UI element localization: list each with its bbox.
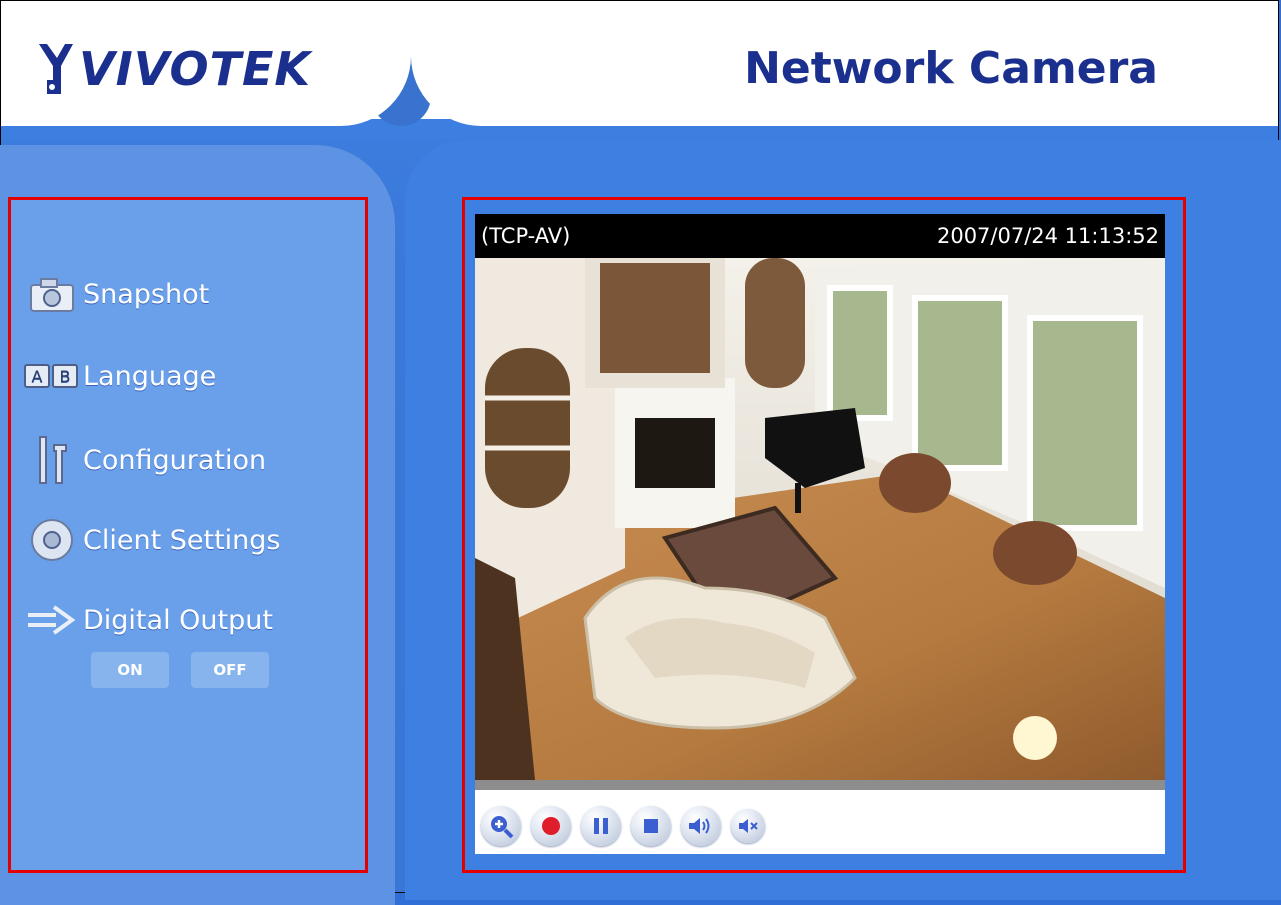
sidebar-item-label: Configuration	[83, 444, 267, 476]
sidebar-item-client-settings[interactable]: Client Settings	[21, 518, 281, 562]
sidebar-item-digital-output: Digital Output	[21, 598, 273, 642]
digital-output-icon	[21, 598, 83, 642]
video-divider	[475, 780, 1165, 790]
sidebar-item-snapshot[interactable]: Snapshot	[21, 272, 209, 316]
sidebar-item-label: Snapshot	[83, 278, 210, 310]
sidebar-item-label: Client Settings	[83, 524, 281, 556]
language-icon: A B	[21, 354, 83, 398]
wrench-icon	[21, 436, 83, 484]
video-controls	[481, 806, 765, 846]
video-viewer: (TCP-AV) 2007/07/24 11:13:52	[475, 214, 1165, 854]
sidebar-menu: Snapshot A B Language Configuration Clie…	[8, 197, 368, 873]
client-settings-icon	[21, 518, 83, 562]
pause-icon[interactable]	[581, 806, 621, 846]
digital-output-on-button[interactable]: ON	[91, 652, 169, 688]
logo-mark-icon	[39, 44, 73, 94]
sidebar-item-label: Language	[83, 360, 217, 392]
stop-icon[interactable]	[631, 806, 671, 846]
room-scene-image	[475, 258, 1165, 780]
page-title: Network Camera	[744, 43, 1158, 94]
stream-protocol: (TCP-AV)	[481, 224, 571, 248]
mute-icon[interactable]	[731, 809, 765, 843]
speaker-icon[interactable]	[681, 806, 721, 846]
live-video-frame[interactable]	[475, 258, 1165, 780]
sidebar-item-language[interactable]: A B Language	[21, 354, 216, 398]
digital-output-buttons: ON OFF	[91, 652, 269, 688]
video-info-bar: (TCP-AV) 2007/07/24 11:13:52	[475, 214, 1165, 258]
zoom-in-icon[interactable]	[481, 806, 521, 846]
video-timestamp: 2007/07/24 11:13:52	[936, 224, 1159, 248]
svg-text:B: B	[60, 367, 71, 386]
vivotek-logo: VIVOTEK	[37, 39, 311, 99]
logo-text: VIVOTEK	[79, 42, 312, 96]
header: VIVOTEK Network Camera	[1, 1, 1278, 139]
sidebar-item-configuration[interactable]: Configuration	[21, 436, 267, 484]
sidebar-item-label: Digital Output	[83, 604, 273, 636]
digital-output-off-button[interactable]: OFF	[191, 652, 269, 688]
camera-icon	[21, 272, 83, 316]
svg-text:A: A	[32, 367, 43, 386]
record-icon[interactable]	[531, 806, 571, 846]
